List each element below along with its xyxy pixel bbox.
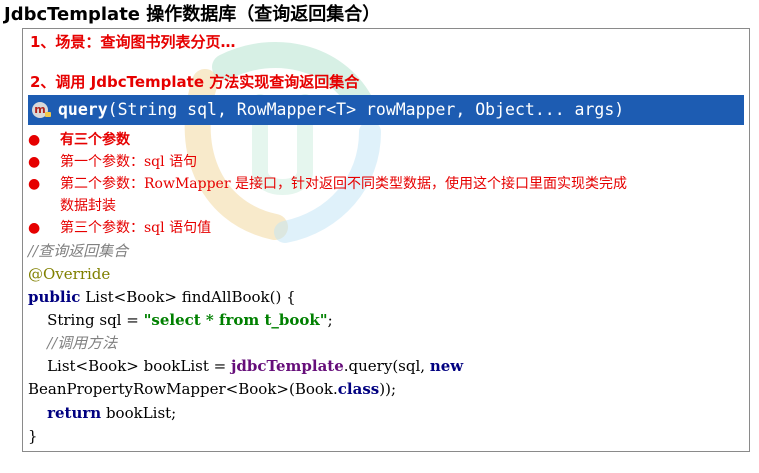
page-title: JdbcTemplate 操作数据库（查询返回集合） bbox=[4, 4, 381, 25]
method-name: query bbox=[58, 100, 108, 119]
bullet-text: 第一个参数：sql 语句 bbox=[60, 154, 198, 170]
code-line: String sql = "select * from t_book"; bbox=[28, 309, 333, 332]
section-1-heading: 1、场景：查询图书列表分页… bbox=[30, 33, 236, 51]
code-keyword: new bbox=[429, 357, 464, 375]
bullet-text: 第二个参数：RowMapper 是接口，针对返回不同类型数据，使用这个接口里面实… bbox=[60, 176, 627, 192]
code-line: List<Book> bookList = jdbcTemplate.query… bbox=[28, 355, 463, 378]
code-text: } bbox=[28, 427, 38, 445]
code-line: } bbox=[28, 425, 38, 448]
bullet-text-continued: 数据封装 bbox=[60, 198, 116, 214]
code-text: .query(sql, bbox=[343, 357, 430, 375]
code-text: BeanPropertyRowMapper<Book>(Book. bbox=[28, 380, 338, 398]
code-text: List<Book> bookList = bbox=[47, 357, 231, 375]
code-comment: //调用方法 bbox=[47, 334, 118, 352]
code-line: BeanPropertyRowMapper<Book>(Book.class))… bbox=[28, 378, 396, 401]
code-string: "select * from t_book" bbox=[143, 311, 328, 329]
bullet-text: 有三个参数 bbox=[60, 132, 130, 148]
code-annotation: @Override bbox=[28, 265, 111, 283]
bullet-dot: ● bbox=[28, 220, 41, 236]
lock-icon bbox=[45, 112, 51, 117]
code-line: return bookList; bbox=[28, 402, 176, 425]
code-keyword: public bbox=[28, 288, 81, 306]
method-completion-item[interactable]: m query(String sql, RowMapper<T> rowMapp… bbox=[28, 95, 744, 125]
code-line: //调用方法 bbox=[28, 332, 117, 355]
code-text: ; bbox=[327, 311, 333, 329]
code-text: String sql = bbox=[47, 311, 144, 329]
code-text: bookList; bbox=[101, 404, 177, 422]
code-comment: //查询返回集合 bbox=[28, 242, 129, 260]
code-line: //查询返回集合 bbox=[28, 240, 128, 263]
code-keyword: return bbox=[47, 404, 102, 422]
code-text: List<Book> findAllBook() { bbox=[80, 288, 296, 306]
code-field: jdbcTemplate bbox=[230, 357, 344, 375]
section-2-heading: 2、调用 JdbcTemplate 方法实现查询返回集合 bbox=[30, 73, 360, 91]
code-line: @Override bbox=[28, 263, 110, 286]
code-line: public List<Book> findAllBook() { bbox=[28, 286, 296, 309]
bullet-dot: ● bbox=[28, 154, 41, 170]
code-keyword: class bbox=[337, 380, 380, 398]
bullet-dot: ● bbox=[28, 176, 41, 192]
code-text: )); bbox=[379, 380, 396, 398]
bullet-dot: ● bbox=[28, 132, 41, 148]
bullet-text: 第三个参数：sql 语句值 bbox=[60, 220, 212, 236]
method-signature: (String sql, RowMapper<T> rowMapper, Obj… bbox=[107, 100, 625, 119]
